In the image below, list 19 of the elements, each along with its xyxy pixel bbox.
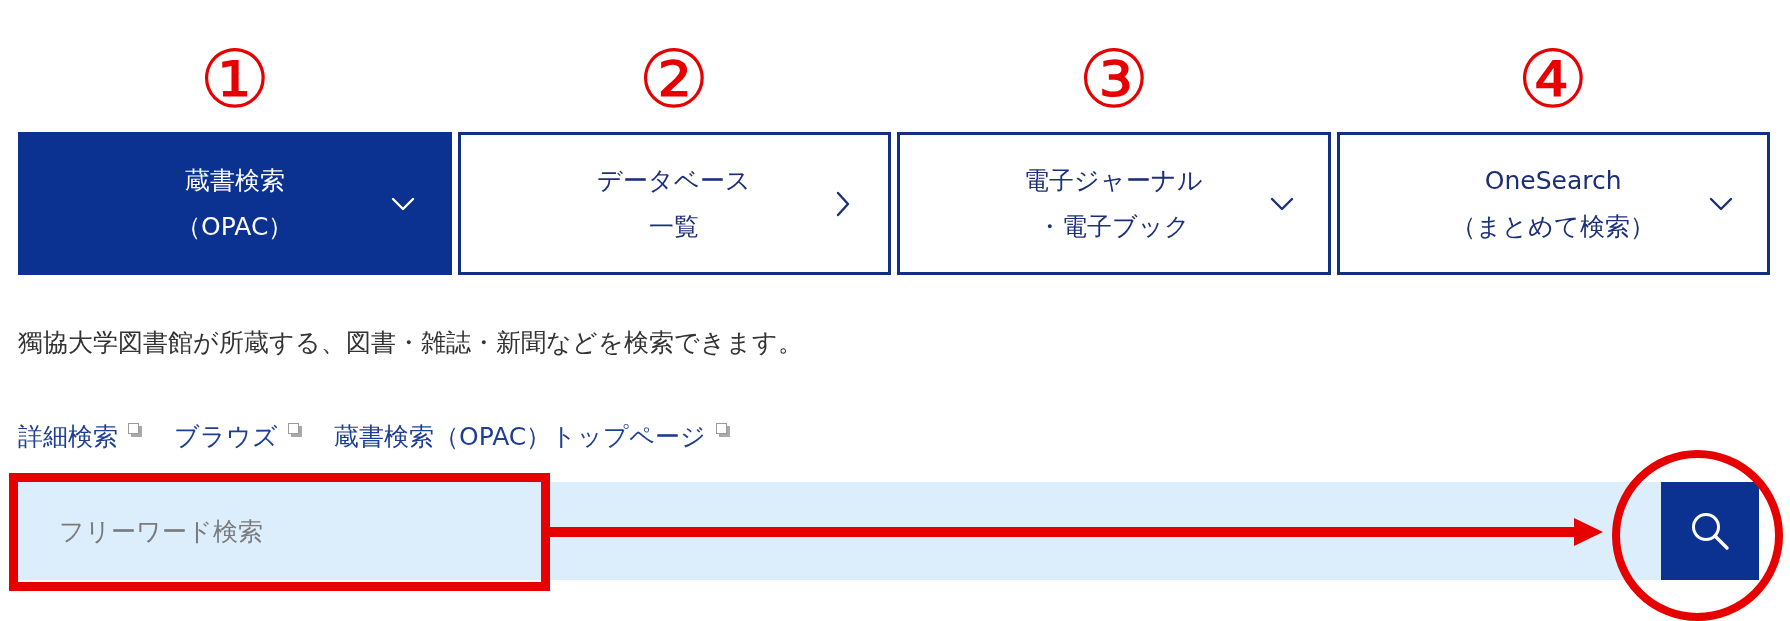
text-link[interactable]: 蔵書検索（OPAC）トップページ — [334, 419, 707, 455]
annotation-number: ② — [638, 36, 711, 124]
description-text: 獨協大学図書館が所蔵する、図書・雑誌・新聞などを検索できます。 — [18, 327, 804, 359]
nav-tab[interactable]: 電子ジャーナル ・電子ブック — [897, 132, 1331, 275]
nav-tab[interactable]: 蔵書検索 （OPAC） — [18, 132, 452, 275]
text-link[interactable]: 詳細検索 — [18, 419, 118, 455]
chevron-down-icon — [390, 196, 415, 211]
annotation-number: ④ — [1517, 36, 1590, 124]
search-icon — [1690, 511, 1730, 551]
search-field[interactable]: フリーワード検索 — [18, 482, 1661, 580]
annotation-number: ① — [198, 36, 271, 124]
chevron-down-icon — [1709, 196, 1733, 211]
nav-tab[interactable]: データベース 一覧 — [457, 132, 891, 275]
text-link[interactable]: ブラウズ — [174, 419, 278, 455]
annotation-number: ③ — [1077, 36, 1150, 124]
chevron-down-icon — [1269, 196, 1294, 211]
nav-tab[interactable]: OneSearch （まとめて検索） — [1336, 132, 1770, 275]
chevron-right-icon — [836, 190, 850, 217]
search-button[interactable] — [1661, 482, 1759, 580]
